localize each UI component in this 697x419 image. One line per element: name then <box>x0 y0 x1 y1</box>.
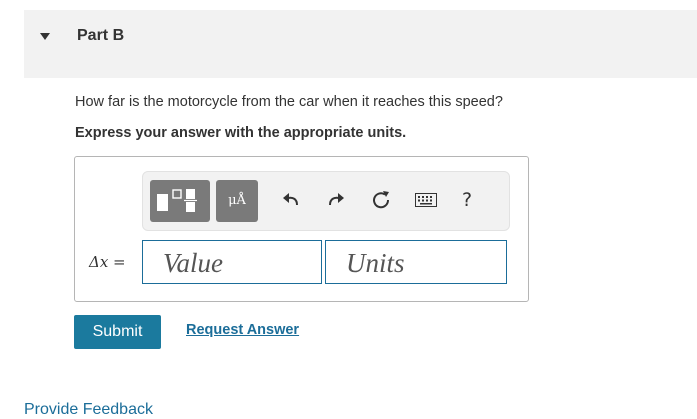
value-input[interactable] <box>142 240 322 284</box>
variable-label: Δx = <box>89 253 126 271</box>
help-icon[interactable]: ? <box>454 187 480 213</box>
undo-icon[interactable] <box>278 187 304 213</box>
math-toolbar: μÅ ? <box>142 171 510 231</box>
submit-button[interactable]: Submit <box>74 315 161 349</box>
answer-box: μÅ ? Δx = <box>74 156 529 302</box>
part-header[interactable]: Part B <box>24 10 697 78</box>
part-title: Part B <box>77 27 125 44</box>
units-button[interactable]: μÅ <box>216 180 258 222</box>
keyboard-icon[interactable] <box>413 187 439 213</box>
units-icon: μÅ <box>228 193 246 208</box>
reset-icon[interactable] <box>368 187 394 213</box>
units-input[interactable] <box>325 240 507 284</box>
templates-icon <box>157 189 197 212</box>
redo-icon[interactable] <box>323 187 349 213</box>
request-answer-link[interactable]: Request Answer <box>186 322 299 338</box>
caret-down-icon[interactable] <box>40 33 50 40</box>
instruction-text: Express your answer with the appropriate… <box>75 125 407 141</box>
variable-symbol: Δx = <box>89 253 126 271</box>
provide-feedback-link[interactable]: Provide Feedback <box>24 401 153 419</box>
templates-button[interactable] <box>150 180 210 222</box>
question-text: How far is the motorcycle from the car w… <box>75 94 503 110</box>
